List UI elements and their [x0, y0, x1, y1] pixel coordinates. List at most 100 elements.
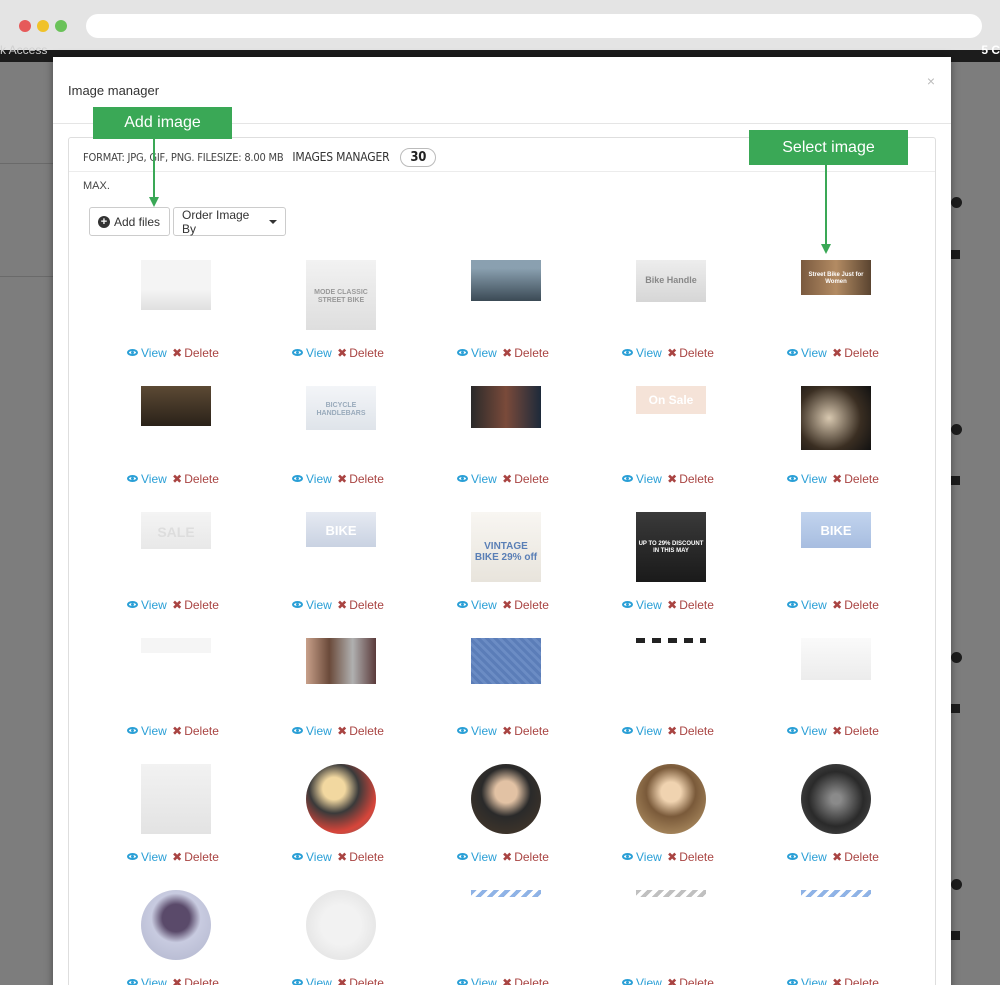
- image-thumbnail[interactable]: [141, 386, 211, 456]
- image-thumbnail[interactable]: [141, 638, 211, 708]
- view-button[interactable]: View: [127, 346, 167, 360]
- image-thumbnail[interactable]: [471, 386, 541, 456]
- image-thumbnail[interactable]: Street Bike Just for Women: [801, 260, 871, 330]
- image-thumbnail[interactable]: Bike Handle: [636, 260, 706, 330]
- image-tile[interactable]: View ✖ Delete: [84, 764, 249, 890]
- image-tile[interactable]: View ✖ Delete: [744, 638, 909, 764]
- close-window-dot[interactable]: [19, 20, 31, 32]
- minimize-window-dot[interactable]: [37, 20, 49, 32]
- image-tile[interactable]: VINTAGE BIKE 29% off View ✖ Delete: [414, 512, 579, 638]
- delete-button[interactable]: ✖ Delete: [337, 976, 384, 985]
- delete-button[interactable]: ✖ Delete: [832, 472, 879, 486]
- view-button[interactable]: View: [457, 976, 497, 985]
- image-tile[interactable]: BICYCLE HANDLEBARS View ✖ Delete: [249, 386, 414, 512]
- image-tile[interactable]: View ✖ Delete: [579, 764, 744, 890]
- image-tile[interactable]: Bike Handle View ✖ Delete: [579, 260, 744, 386]
- view-button[interactable]: View: [292, 346, 332, 360]
- delete-button[interactable]: ✖ Delete: [502, 976, 549, 985]
- image-thumbnail[interactable]: [801, 638, 871, 708]
- delete-button[interactable]: ✖ Delete: [832, 346, 879, 360]
- image-thumbnail[interactable]: UP TO 29% DISCOUNT IN THIS MAY: [636, 512, 706, 582]
- image-thumbnail[interactable]: [801, 890, 871, 960]
- image-tile[interactable]: View ✖ Delete: [414, 386, 579, 512]
- delete-button[interactable]: ✖ Delete: [172, 850, 219, 864]
- delete-button[interactable]: ✖ Delete: [502, 598, 549, 612]
- image-tile[interactable]: View ✖ Delete: [414, 260, 579, 386]
- view-button[interactable]: View: [292, 724, 332, 738]
- image-thumbnail[interactable]: [306, 638, 376, 708]
- view-button[interactable]: View: [127, 976, 167, 985]
- delete-button[interactable]: ✖ Delete: [832, 850, 879, 864]
- image-tile[interactable]: View ✖ Delete: [744, 890, 909, 985]
- view-button[interactable]: View: [787, 346, 827, 360]
- image-thumbnail[interactable]: [471, 764, 541, 834]
- image-tile[interactable]: On Sale View ✖ Delete: [579, 386, 744, 512]
- delete-button[interactable]: ✖ Delete: [667, 724, 714, 738]
- view-button[interactable]: View: [457, 598, 497, 612]
- delete-button[interactable]: ✖ Delete: [337, 598, 384, 612]
- image-tile[interactable]: SALE View ✖ Delete: [84, 512, 249, 638]
- image-tile[interactable]: View ✖ Delete: [249, 890, 414, 985]
- view-button[interactable]: View: [127, 850, 167, 864]
- view-button[interactable]: View: [622, 724, 662, 738]
- image-tile[interactable]: MODE CLASSIC STREET BIKE View ✖ Delete: [249, 260, 414, 386]
- image-thumbnail[interactable]: [471, 260, 541, 330]
- delete-button[interactable]: ✖ Delete: [172, 976, 219, 985]
- delete-button[interactable]: ✖ Delete: [667, 598, 714, 612]
- delete-button[interactable]: ✖ Delete: [667, 976, 714, 985]
- image-tile[interactable]: View ✖ Delete: [744, 386, 909, 512]
- image-tile[interactable]: View ✖ Delete: [579, 890, 744, 985]
- image-thumbnail[interactable]: SALE: [141, 512, 211, 582]
- view-button[interactable]: View: [622, 850, 662, 864]
- delete-button[interactable]: ✖ Delete: [502, 724, 549, 738]
- delete-button[interactable]: ✖ Delete: [832, 598, 879, 612]
- delete-button[interactable]: ✖ Delete: [172, 724, 219, 738]
- view-button[interactable]: View: [787, 472, 827, 486]
- delete-button[interactable]: ✖ Delete: [502, 472, 549, 486]
- delete-button[interactable]: ✖ Delete: [337, 346, 384, 360]
- delete-button[interactable]: ✖ Delete: [172, 598, 219, 612]
- delete-button[interactable]: ✖ Delete: [337, 472, 384, 486]
- image-tile[interactable]: View ✖ Delete: [414, 764, 579, 890]
- image-thumbnail[interactable]: BIKE: [306, 512, 376, 582]
- view-button[interactable]: View: [457, 724, 497, 738]
- view-button[interactable]: View: [457, 346, 497, 360]
- image-tile[interactable]: View ✖ Delete: [84, 638, 249, 764]
- view-button[interactable]: View: [787, 850, 827, 864]
- delete-button[interactable]: ✖ Delete: [667, 850, 714, 864]
- image-thumbnail[interactable]: [306, 890, 376, 960]
- delete-button[interactable]: ✖ Delete: [502, 850, 549, 864]
- image-thumbnail[interactable]: [141, 260, 211, 330]
- image-tile[interactable]: View ✖ Delete: [414, 638, 579, 764]
- delete-button[interactable]: ✖ Delete: [667, 472, 714, 486]
- delete-button[interactable]: ✖ Delete: [337, 850, 384, 864]
- image-thumbnail[interactable]: MODE CLASSIC STREET BIKE: [306, 260, 376, 330]
- image-thumbnail[interactable]: [141, 764, 211, 834]
- view-button[interactable]: View: [787, 598, 827, 612]
- image-thumbnail[interactable]: [636, 638, 706, 708]
- add-files-button[interactable]: + Add files: [89, 207, 170, 236]
- delete-button[interactable]: ✖ Delete: [832, 976, 879, 985]
- delete-button[interactable]: ✖ Delete: [172, 346, 219, 360]
- view-button[interactable]: View: [787, 724, 827, 738]
- view-button[interactable]: View: [127, 472, 167, 486]
- image-thumbnail[interactable]: [306, 764, 376, 834]
- image-thumbnail[interactable]: BIKE: [801, 512, 871, 582]
- image-thumbnail[interactable]: [801, 386, 871, 456]
- address-bar[interactable]: [86, 14, 982, 38]
- image-thumbnail[interactable]: BICYCLE HANDLEBARS: [306, 386, 376, 456]
- view-button[interactable]: View: [622, 346, 662, 360]
- view-button[interactable]: View: [127, 724, 167, 738]
- view-button[interactable]: View: [622, 598, 662, 612]
- view-button[interactable]: View: [292, 598, 332, 612]
- image-thumbnail[interactable]: [141, 890, 211, 960]
- image-thumbnail[interactable]: [636, 890, 706, 960]
- image-tile[interactable]: View ✖ Delete: [84, 386, 249, 512]
- view-button[interactable]: View: [457, 472, 497, 486]
- view-button[interactable]: View: [622, 472, 662, 486]
- delete-button[interactable]: ✖ Delete: [172, 472, 219, 486]
- delete-button[interactable]: ✖ Delete: [502, 346, 549, 360]
- image-thumbnail[interactable]: [471, 638, 541, 708]
- order-image-by-dropdown[interactable]: Order Image By: [173, 207, 286, 236]
- view-button[interactable]: View: [622, 976, 662, 985]
